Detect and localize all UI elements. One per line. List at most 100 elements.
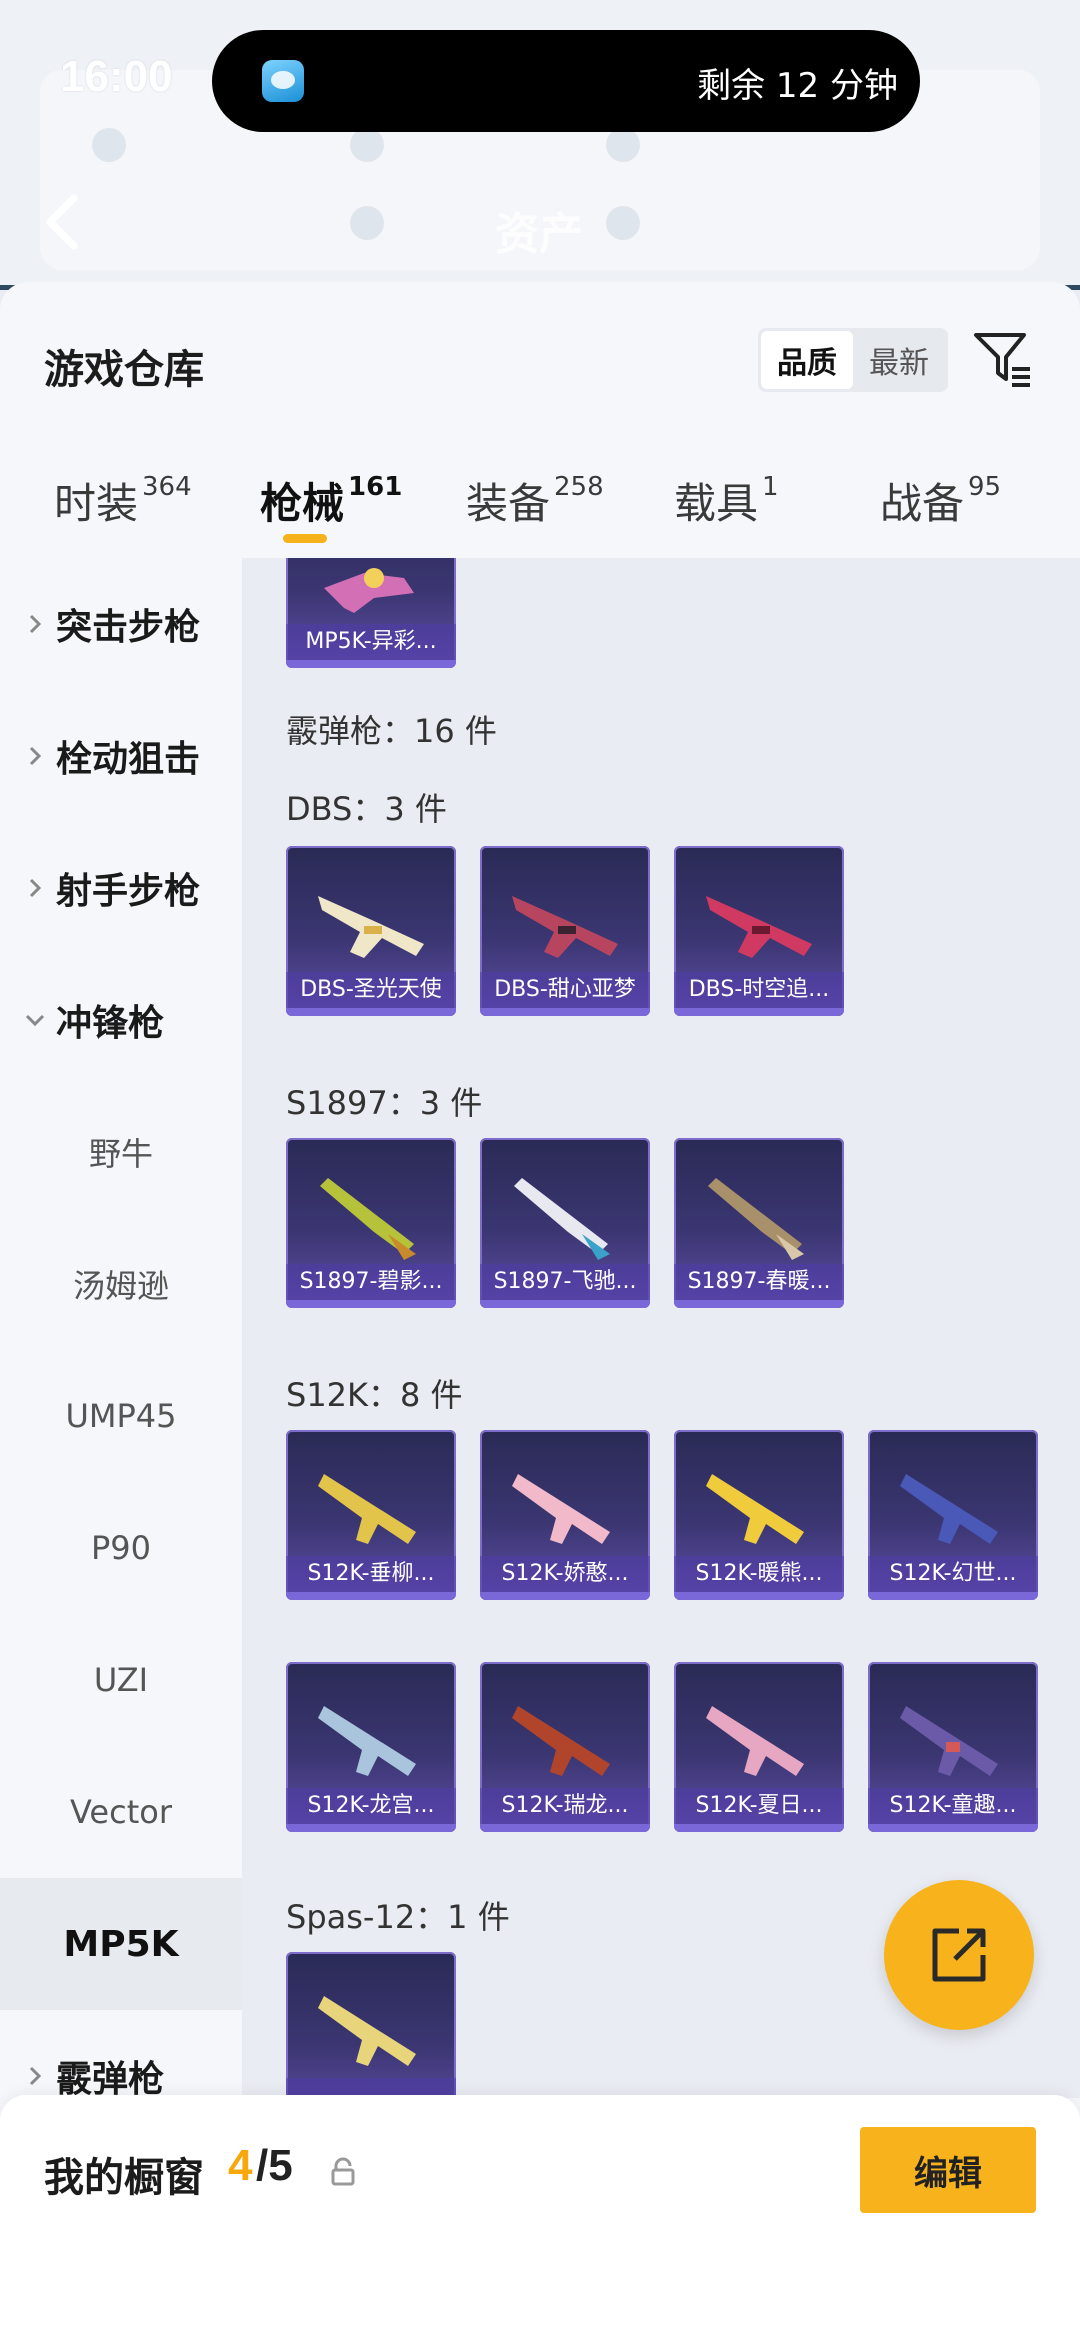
weapon-image <box>706 1706 804 1776</box>
sidebar-item-thompson[interactable]: 汤姆逊 <box>0 1218 242 1350</box>
weapon-image <box>512 1706 610 1776</box>
back-arrow-icon[interactable] <box>40 190 84 254</box>
tab-label: 装备 <box>466 479 551 528</box>
weapon-card[interactable]: S12K-暖熊... <box>674 1430 844 1600</box>
weapon-image <box>900 1706 998 1776</box>
chevron-right-icon <box>29 878 42 898</box>
weapon-category-sidebar: 突击步枪 栓动狙击 射手步枪 冲锋枪 野牛 汤姆逊 UMP45 P90 UZI … <box>0 558 242 2100</box>
weapon-image <box>318 1996 416 2066</box>
tab-label: 战备 <box>880 479 965 528</box>
weapon-image <box>706 896 812 958</box>
tab-firearms[interactable]: 枪械 161 <box>260 470 402 531</box>
rarity-stripe <box>674 1592 844 1600</box>
sidebar-item-mp5k[interactable]: MP5K <box>0 1878 242 2010</box>
tab-count: 161 <box>348 472 403 502</box>
weapon-image <box>900 1474 998 1544</box>
sidebar-group-label: 栓动狙击 <box>56 739 201 780</box>
sidebar-item-bizon[interactable]: 野牛 <box>0 1086 242 1218</box>
weapon-name: MP5K-异彩... <box>286 624 456 660</box>
remaining-time: 剩余 12 分钟 <box>697 66 898 106</box>
sidebar-group-assault-rifles[interactable]: 突击步枪 <box>0 558 242 690</box>
weapon-card[interactable]: S12K-龙宫... <box>286 1662 456 1832</box>
chevron-right-icon <box>29 746 42 766</box>
filter-icon[interactable] <box>972 327 1034 389</box>
share-icon <box>932 1928 986 1982</box>
weapon-card[interactable]: S12K-童趣... <box>868 1662 1038 1832</box>
sort-quality-button[interactable]: 品质 <box>761 331 853 389</box>
share-button[interactable] <box>884 1880 1034 2030</box>
edit-button[interactable]: 编辑 <box>860 2127 1036 2213</box>
weapon-name: S12K-龙宫... <box>286 1788 456 1824</box>
app-icon <box>262 60 304 102</box>
weapon-image <box>320 1178 416 1260</box>
sidebar-group-bolt-action[interactable]: 栓动狙击 <box>0 690 242 822</box>
weapon-card[interactable]: S1897-碧影... <box>286 1138 456 1308</box>
status-time: 16:00 <box>60 52 173 101</box>
weapon-name: S12K-垂柳... <box>286 1556 456 1592</box>
rarity-stripe <box>286 660 456 668</box>
showcase-count-total: /5 <box>256 2141 293 2190</box>
weapon-card[interactable]: S12K-娇憨... <box>480 1430 650 1600</box>
ghost-icon <box>606 206 640 240</box>
rarity-stripe <box>480 1592 650 1600</box>
weapon-image <box>514 1178 610 1260</box>
weapon-card[interactable]: S1897-春暖... <box>674 1138 844 1308</box>
sidebar-group-smg[interactable]: 冲锋枪 <box>0 954 242 1086</box>
sheet-title: 游戏仓库 <box>44 347 204 393</box>
weapon-card[interactable] <box>286 1952 456 2098</box>
sidebar-item-ump45[interactable]: UMP45 <box>0 1350 242 1482</box>
active-tab-indicator <box>283 534 327 543</box>
rarity-stripe <box>674 1008 844 1016</box>
weapon-card[interactable]: S1897-飞驰... <box>480 1138 650 1308</box>
weapon-grid: MP5K-异彩... 霰弹枪：16 件 DBS：3 件 DBS-圣光天使 DBS… <box>242 558 1080 2098</box>
tab-label: 时装 <box>54 479 139 528</box>
weapon-name: S12K-暖熊... <box>674 1556 844 1592</box>
weapon-card[interactable]: S12K-幻世... <box>868 1430 1038 1600</box>
ghost-icon <box>350 206 384 240</box>
sidebar-group-marksman[interactable]: 射手步枪 <box>0 822 242 954</box>
tab-equipment[interactable]: 装备 258 <box>466 470 604 531</box>
rarity-stripe <box>480 1008 650 1016</box>
rarity-stripe <box>480 1824 650 1832</box>
weapon-name: DBS-时空追... <box>674 972 844 1008</box>
weapon-name: S1897-春暖... <box>674 1264 844 1300</box>
lock-icon <box>331 2157 355 2186</box>
rarity-stripe <box>868 1592 1038 1600</box>
weapon-card[interactable]: DBS-圣光天使 <box>286 846 456 1016</box>
sidebar-group-label: 冲锋枪 <box>56 1003 165 1044</box>
rarity-stripe <box>286 1300 456 1308</box>
tab-label: 载具 <box>674 479 759 528</box>
weapon-card[interactable]: S12K-瑞龙... <box>480 1662 650 1832</box>
rarity-stripe <box>674 1824 844 1832</box>
weapon-name: DBS-圣光天使 <box>286 972 456 1008</box>
sidebar-item-vector[interactable]: Vector <box>0 1746 242 1878</box>
sort-toggle[interactable]: 品质 最新 <box>758 328 948 392</box>
tab-count: 1 <box>762 472 779 502</box>
weapon-name: S12K-娇憨... <box>480 1556 650 1592</box>
weapon-card[interactable]: S12K-垂柳... <box>286 1430 456 1600</box>
dynamic-island-notification[interactable]: 剩余 12 分钟 <box>212 30 920 132</box>
weapon-card[interactable]: MP5K-异彩... <box>286 558 456 668</box>
weapon-image <box>512 1474 610 1544</box>
sort-latest-button[interactable]: 最新 <box>853 331 945 389</box>
tab-count: 364 <box>142 472 192 502</box>
rarity-stripe <box>286 1824 456 1832</box>
sidebar-item-uzi[interactable]: UZI <box>0 1614 242 1746</box>
weapon-name: S1897-飞驰... <box>480 1264 650 1300</box>
weapon-name: S12K-童趣... <box>868 1788 1038 1824</box>
tab-count: 258 <box>554 472 604 502</box>
sidebar-group-label: 突击步枪 <box>56 607 201 648</box>
tab-combat-gear[interactable]: 战备 95 <box>880 470 1001 531</box>
weapon-card[interactable]: DBS-甜心亚梦 <box>480 846 650 1016</box>
rarity-stripe <box>286 1592 456 1600</box>
tab-fashion[interactable]: 时装 364 <box>54 470 192 531</box>
weapon-card[interactable]: S12K-夏日... <box>674 1662 844 1832</box>
weapon-card[interactable]: DBS-时空追... <box>674 846 844 1016</box>
section-label: S12K：8 件 <box>286 1376 463 1414</box>
weapon-name: S12K-夏日... <box>674 1788 844 1824</box>
section-label: DBS：3 件 <box>286 790 447 828</box>
sidebar-item-p90[interactable]: P90 <box>0 1482 242 1614</box>
tab-label: 枪械 <box>260 479 345 528</box>
sidebar-group-label: 射手步枪 <box>56 871 201 912</box>
tab-vehicles[interactable]: 载具 1 <box>674 470 779 531</box>
